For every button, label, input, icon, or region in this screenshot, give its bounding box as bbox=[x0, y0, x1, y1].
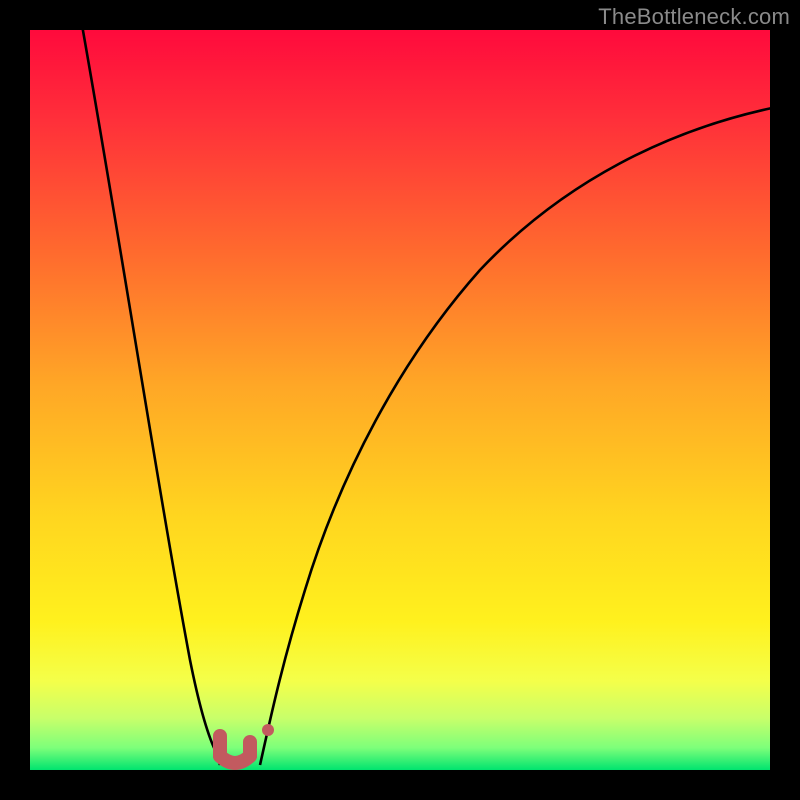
watermark-text: TheBottleneck.com bbox=[598, 4, 790, 30]
marker-dot bbox=[262, 724, 274, 736]
chart-frame: TheBottleneck.com bbox=[0, 0, 800, 800]
right-curve bbox=[260, 108, 770, 765]
curve-layer bbox=[30, 30, 770, 770]
left-curve bbox=[82, 30, 220, 765]
valley-marker bbox=[220, 736, 250, 763]
plot-area bbox=[30, 30, 770, 770]
